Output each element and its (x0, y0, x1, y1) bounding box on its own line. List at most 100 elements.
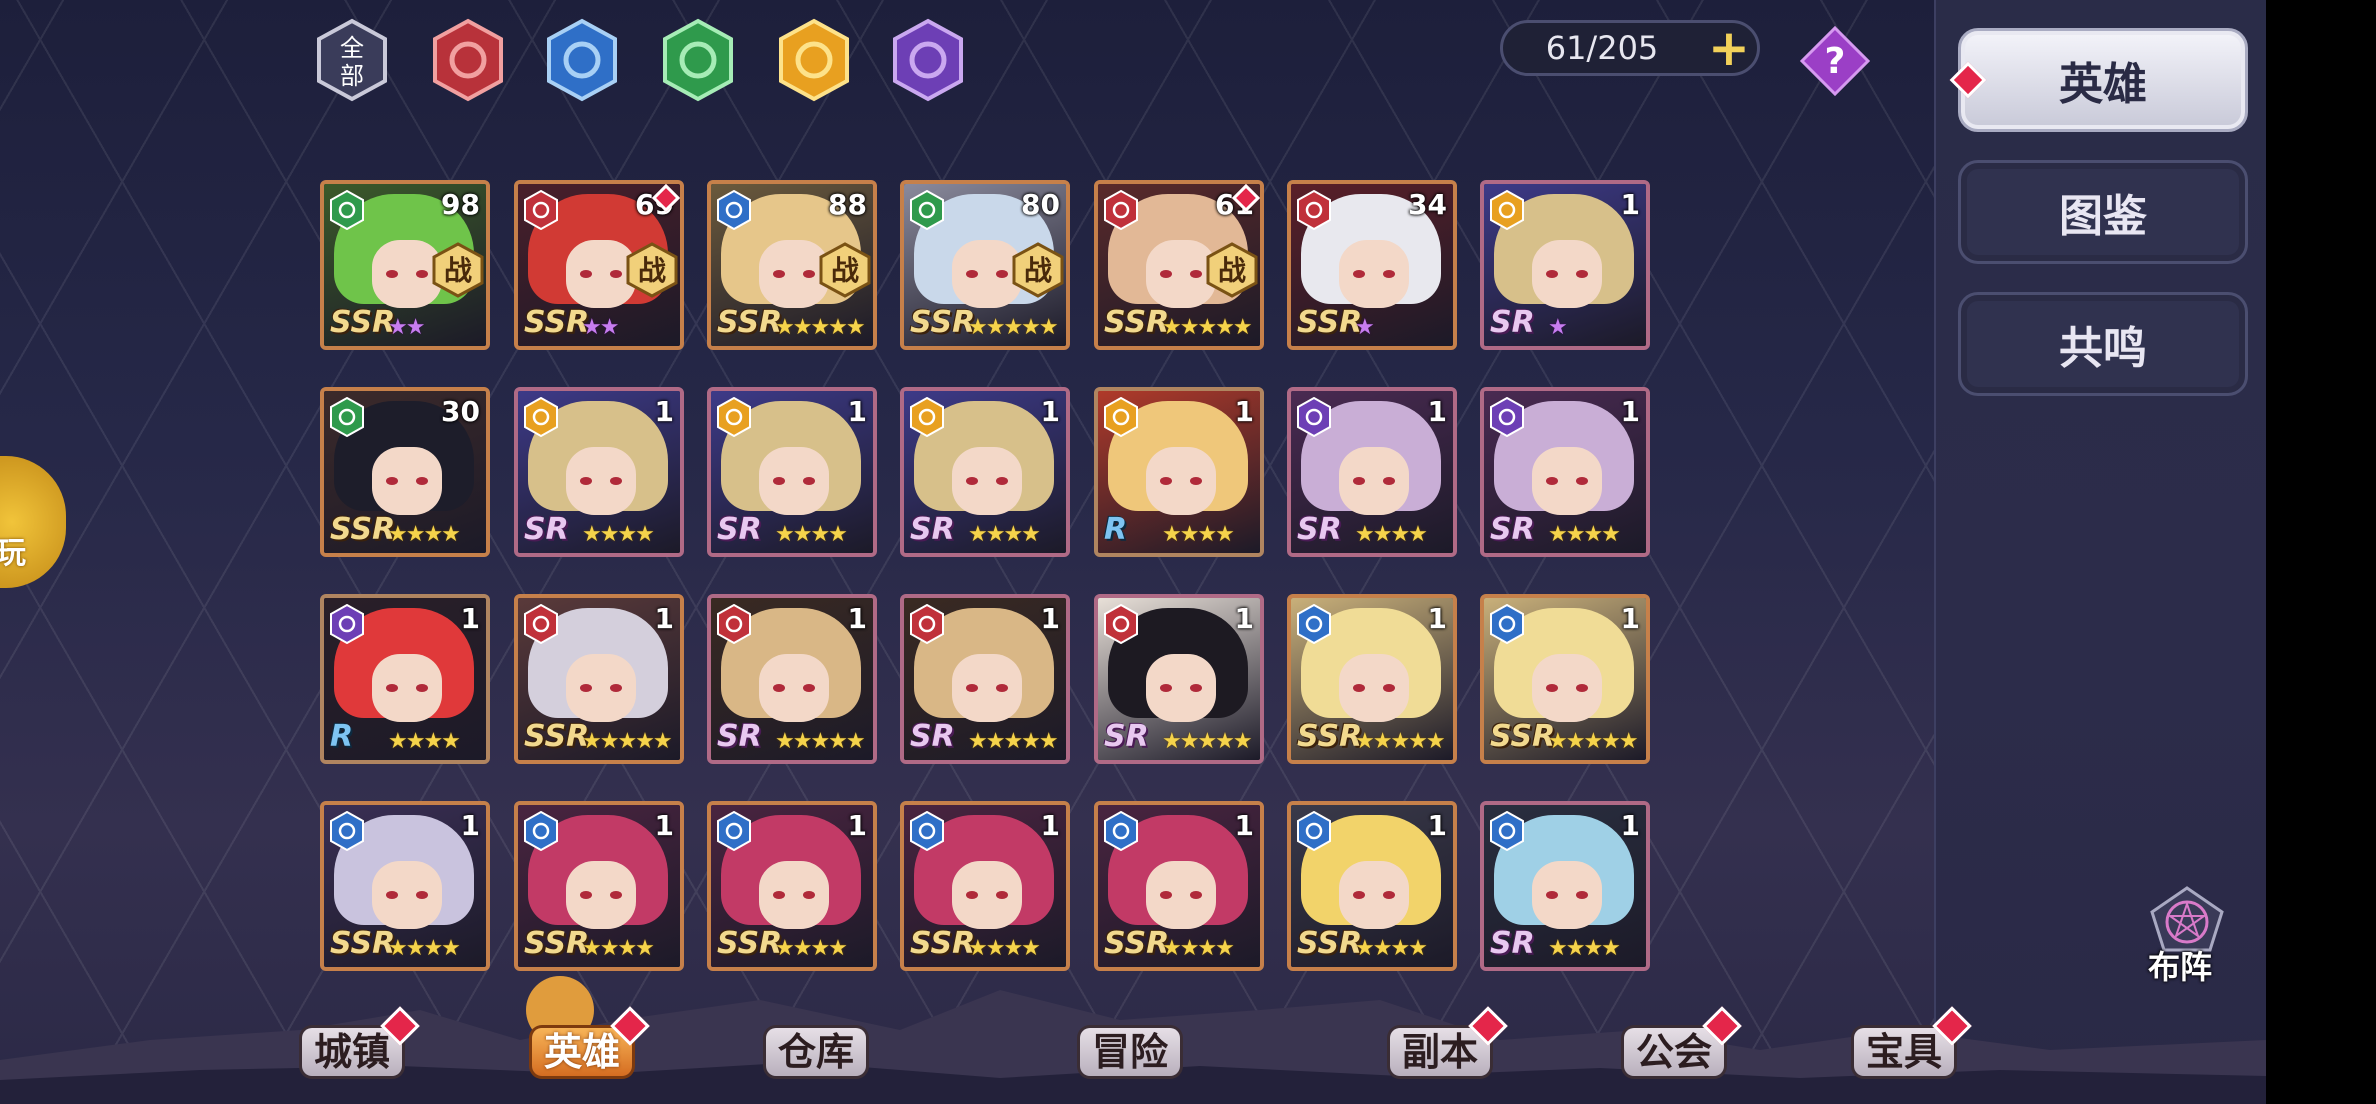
element-water-icon (330, 811, 364, 851)
nav-treasure[interactable]: 宝具 (1854, 1006, 1972, 1076)
hero-card[interactable]: 1 SR ★★★★ (1480, 387, 1650, 557)
hero-face (566, 861, 636, 929)
element-water-icon (717, 811, 751, 851)
hero-card[interactable]: 1 SR ★★★★★ (707, 594, 877, 764)
nav-heroes-label: 英雄 (544, 1030, 621, 1074)
hero-card[interactable]: 1 R ★★★★ (1094, 387, 1264, 557)
hero-eye (966, 477, 978, 485)
hero-card[interactable]: 80 SSR ★★★★★ 战 (900, 180, 1070, 350)
element-light-icon (524, 397, 558, 437)
hero-eye (610, 270, 622, 278)
hero-eye (610, 477, 622, 485)
hero-card[interactable]: 1 SSR ★★★★ (1287, 801, 1457, 971)
hero-card[interactable]: 61 SSR ★★★★★ 战 (1094, 180, 1264, 350)
tab-heroes[interactable]: 英雄 (1949, 28, 2248, 132)
hero-rarity: SSR (330, 926, 396, 961)
tab-resonance[interactable]: 共鸣 (1958, 292, 2248, 396)
nav-guild-label: 公会 (1636, 1030, 1713, 1074)
element-fire-icon (433, 18, 503, 102)
hero-card[interactable]: 1 R ★★★★ (320, 594, 490, 764)
hero-level: 1 (654, 395, 674, 428)
hero-rarity: SSR (910, 305, 976, 340)
hero-card[interactable]: 1 SSR ★★★★ (514, 801, 684, 971)
hero-stars: ★★★★ (775, 936, 848, 961)
hero-card[interactable]: 1 SR ★★★★ (1287, 387, 1457, 557)
hero-card[interactable]: 1 SR ★★★★ (514, 387, 684, 557)
element-dark-icon (330, 604, 364, 644)
hero-card[interactable]: 1 SSR ★★★★★ (1287, 594, 1457, 764)
hero-rarity: SR (1104, 719, 1149, 754)
hero-card[interactable]: 1 SR ★★★★ (900, 387, 1070, 557)
hero-rarity: SSR (524, 719, 590, 754)
hero-card[interactable]: 1 SR ★ (1480, 180, 1650, 350)
hero-card[interactable]: 1 SSR ★★★★ (707, 801, 877, 971)
hero-stars: ★★★★ (388, 522, 461, 547)
filter-dark[interactable] (892, 18, 964, 102)
hero-face (759, 654, 829, 722)
hero-stars: ★★★★ (1355, 522, 1428, 547)
hero-face (372, 654, 442, 722)
hero-stars: ★★★★★ (1355, 729, 1446, 754)
hero-eye (1383, 270, 1395, 278)
nav-heroes[interactable]: 英雄 (532, 1006, 650, 1076)
nav-warehouse[interactable]: 仓库 (766, 1028, 867, 1076)
hero-card[interactable]: 1 SSR ★★★★★ (1480, 594, 1650, 764)
hero-eye (1190, 891, 1202, 899)
hero-eye (1576, 477, 1588, 485)
hero-card[interactable]: 88 SSR ★★★★★ 战 (707, 180, 877, 350)
hero-eye (1160, 891, 1172, 899)
hero-rarity: SR (524, 512, 569, 547)
hero-eye (1546, 270, 1558, 278)
hero-card[interactable]: 1 SR ★★★★★ (1094, 594, 1264, 764)
filter-fire[interactable] (432, 18, 504, 102)
help-icon[interactable]: ? (1800, 26, 1870, 96)
hero-card[interactable]: 1 SSR ★★★★★ (514, 594, 684, 764)
hero-card[interactable]: 1 SR ★★★★★ (900, 594, 1070, 764)
hero-card[interactable]: 69 SSR ★★ 战 (514, 180, 684, 350)
hero-level: 30 (441, 395, 480, 428)
hero-card[interactable]: 34 SSR ★ (1287, 180, 1457, 350)
hero-eye (416, 684, 428, 692)
tab-handbook[interactable]: 图鉴 (1958, 160, 2248, 264)
filter-water[interactable] (546, 18, 618, 102)
filter-wind[interactable] (662, 18, 734, 102)
element-fire-icon (910, 604, 944, 644)
filter-all[interactable]: 全部 (316, 18, 388, 102)
hero-card[interactable]: 98 SSR ★★ 战 (320, 180, 490, 350)
hero-level: 1 (1620, 395, 1640, 428)
hero-face (759, 447, 829, 515)
in-battle-badge: 战 (626, 242, 678, 298)
hero-eye (803, 891, 815, 899)
hero-card[interactable]: 30 SSR ★★★★ (320, 387, 490, 557)
hero-card[interactable]: 1 SR ★★★★ (1480, 801, 1650, 971)
element-water-icon (524, 811, 558, 851)
screen: 玩 全部 61/205 + ? 98 SSR ★★ 战 69 SSR ★★ 战 88 SSR ★★★… (0, 0, 2376, 1104)
filter-light[interactable] (778, 18, 850, 102)
hero-stars: ★★ (582, 315, 619, 340)
hero-face (1339, 240, 1409, 308)
hero-stars: ★ (1548, 315, 1568, 340)
hero-eye (580, 891, 592, 899)
hero-eye (773, 891, 785, 899)
formation-button[interactable]: 布阵 (2142, 884, 2232, 986)
hero-rarity: SR (910, 719, 955, 754)
nav-town[interactable]: 城镇 (302, 1006, 420, 1076)
hero-eye (416, 270, 428, 278)
nav-dungeon[interactable]: 副本 (1390, 1006, 1508, 1076)
add-capacity-button[interactable]: + (1701, 23, 1757, 73)
nav-adventure[interactable]: 冒险 (1080, 1028, 1181, 1076)
hero-rarity: SSR (330, 305, 396, 340)
hero-face (1146, 861, 1216, 929)
hero-card[interactable]: 1 SSR ★★★★ (320, 801, 490, 971)
in-battle-badge: 战 (1206, 242, 1258, 298)
hero-eye (1353, 270, 1365, 278)
hero-eye (416, 891, 428, 899)
hero-level: 1 (1427, 395, 1447, 428)
hero-rarity: SSR (330, 512, 396, 547)
hero-card[interactable]: 1 SSR ★★★★ (1094, 801, 1264, 971)
nav-guild[interactable]: 公会 (1624, 1006, 1742, 1076)
hero-card[interactable]: 1 SR ★★★★ (707, 387, 877, 557)
hero-eye (803, 684, 815, 692)
element-water-icon (1104, 811, 1138, 851)
hero-card[interactable]: 1 SSR ★★★★ (900, 801, 1070, 971)
